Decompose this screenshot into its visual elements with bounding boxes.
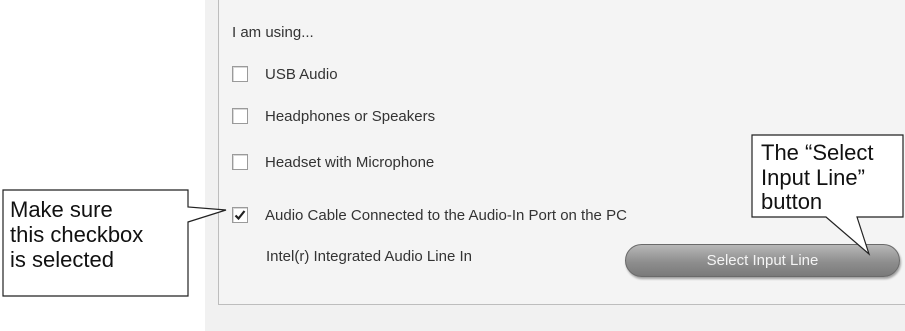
- left-callout-line-1: Make sure: [10, 197, 113, 222]
- right-callout-line-2: Input Line”: [761, 165, 865, 190]
- left-callout-line-3: is selected: [10, 247, 114, 272]
- left-callout-line-2: this checkbox: [10, 222, 144, 247]
- right-callout-line-1: The “Select: [761, 140, 874, 165]
- right-callout-line-3: button: [761, 189, 823, 214]
